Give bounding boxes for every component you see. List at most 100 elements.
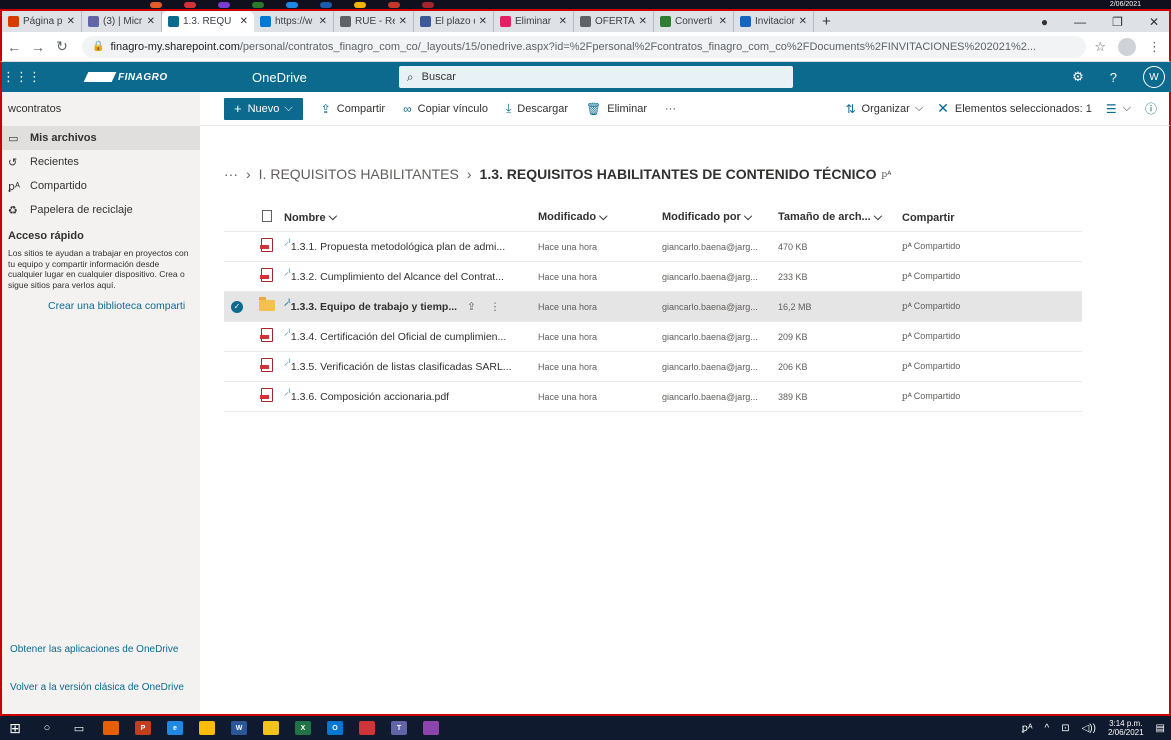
file-name-cell[interactable]: ⸝ˡ 1.3.2. Cumplimiento del Alcance del Co…: [284, 267, 538, 283]
file-sharing-cell[interactable]: ꝑᴬ Compartido: [902, 301, 1082, 312]
file-explorer-icon[interactable]: [256, 718, 286, 738]
file-name-cell[interactable]: ⸝ˡ 1.3.6. Composición accionaria.pdf: [284, 387, 538, 403]
browser-tab[interactable]: 1.3. REQU ✕: [162, 11, 254, 32]
file-name[interactable]: 1.3.6. Composición accionaria.pdf: [291, 391, 449, 403]
checkmark-icon[interactable]: ✓: [231, 300, 243, 313]
top-strip-app-icon[interactable]: [184, 1, 196, 8]
column-header-modified-by[interactable]: Modificado por ⌵: [662, 211, 778, 224]
browser-menu-icon[interactable]: ⋮: [1148, 39, 1161, 55]
top-strip-app-icon[interactable]: [218, 1, 230, 8]
file-name[interactable]: 1.3.1. Propuesta metodológica plan de ad…: [291, 241, 505, 253]
file-name-cell[interactable]: ⸝ˡ 1.3.1. Propuesta metodológica plan de …: [284, 237, 538, 253]
outlook-icon[interactable]: O: [320, 718, 350, 738]
column-header-modified[interactable]: Modificado ⌵: [538, 211, 662, 224]
row-select-cell[interactable]: ✓: [224, 300, 250, 313]
file-row[interactable]: ⸝ˡ 1.3.4. Certificación del Oficial de cu…: [224, 322, 1082, 352]
restore-icon[interactable]: ❐: [1112, 15, 1123, 29]
user-avatar[interactable]: W: [1143, 66, 1165, 88]
file-sharing-cell[interactable]: ꝑᴬ Compartido: [902, 331, 1082, 342]
close-tab-icon[interactable]: ✕: [67, 16, 75, 27]
create-shared-library-link[interactable]: Crear una biblioteca comparti: [2, 290, 200, 312]
share-button[interactable]: ⇪ Compartir: [321, 102, 385, 116]
file-name[interactable]: 1.3.5. Verificación de listas clasificad…: [291, 361, 512, 373]
get-apps-link[interactable]: Obtener las aplicaciones de OneDrive: [10, 644, 178, 656]
top-strip-app-icon[interactable]: [354, 1, 366, 8]
excel-icon[interactable]: X: [288, 718, 318, 738]
nav-item-trash[interactable]: ♻ Papelera de reciclaje: [2, 198, 200, 222]
word-icon[interactable]: W: [224, 718, 254, 738]
new-tab-button[interactable]: +: [814, 11, 839, 32]
browser-tab[interactable]: https://w ✕: [254, 11, 334, 32]
file-sharing-cell[interactable]: ꝑᴬ Compartido: [902, 241, 1082, 252]
column-header-size[interactable]: Tamaño de arch... ⌵: [778, 211, 902, 224]
back-icon[interactable]: ←: [2, 39, 26, 55]
row-more-actions-icon[interactable]: ⋮: [490, 301, 501, 313]
file-name-cell[interactable]: ⸝ˡ 1.3.5. Verificación de listas clasific…: [284, 357, 538, 373]
copy-link-button[interactable]: ∞ Copiar vínculo: [403, 102, 488, 116]
close-tab-icon[interactable]: ✕: [799, 16, 807, 27]
teams-icon[interactable]: T: [384, 718, 414, 738]
browser-tab[interactable]: Invitacion ✕: [734, 11, 814, 32]
top-strip-app-icon[interactable]: [252, 1, 264, 8]
search-box[interactable]: ⌕ Buscar: [398, 66, 793, 88]
close-tab-icon[interactable]: ✕: [399, 16, 407, 27]
close-tab-icon[interactable]: ✕: [719, 16, 727, 27]
app-icon[interactable]: [416, 718, 446, 738]
close-tab-icon[interactable]: ✕: [559, 16, 567, 27]
system-clock[interactable]: 3:14 p.m. 2/06/2021: [1108, 719, 1144, 737]
browser-tab[interactable]: RUE - Re ✕: [334, 11, 414, 32]
browser-tab[interactable]: (3) | Micr ✕: [82, 11, 162, 32]
windows-start-icon[interactable]: ⊞: [0, 718, 30, 738]
nav-item-clock[interactable]: ↺ Recientes: [2, 150, 200, 174]
browser-profile-avatar[interactable]: [1118, 37, 1136, 56]
finagro-logo[interactable]: FINAGRO: [83, 72, 186, 83]
profile-icon[interactable]: ●: [1041, 15, 1048, 29]
view-options-button[interactable]: ☰ ⌵: [1106, 102, 1131, 116]
close-tab-icon[interactable]: ✕: [479, 16, 487, 27]
app-name[interactable]: OneDrive: [252, 70, 307, 85]
nav-item-folder[interactable]: ▭ Mis archivos: [2, 126, 200, 150]
file-sharing-cell[interactable]: ꝑᴬ Compartido: [902, 271, 1082, 282]
network-icon[interactable]: ⊡: [1061, 723, 1069, 734]
file-name-cell[interactable]: ⸝ˡ 1.3.3. Equipo de trabajo y tiemp... ⇪ ⋮: [284, 297, 538, 313]
download-button[interactable]: ⤓ Descargar: [506, 101, 568, 116]
nav-item-people[interactable]: ꝑᴬ Compartido: [2, 174, 200, 198]
top-strip-app-icon[interactable]: [388, 1, 400, 8]
chrome-icon[interactable]: [192, 718, 222, 738]
file-row[interactable]: ⸝ˡ 1.3.6. Composición accionaria.pdf Hace …: [224, 382, 1082, 412]
forward-icon[interactable]: →: [26, 39, 50, 55]
people-icon[interactable]: ꝑᴬ: [1022, 723, 1033, 734]
sort-button[interactable]: ⇅ Organizar ⌵: [845, 102, 923, 116]
file-name[interactable]: 1.3.4. Certificación del Oficial de cump…: [291, 331, 506, 343]
task-view-icon[interactable]: ▭: [64, 718, 94, 738]
powerpoint-icon[interactable]: P: [128, 718, 158, 738]
top-strip-app-icon[interactable]: [422, 1, 434, 8]
top-strip-app-icon[interactable]: [150, 1, 162, 8]
acrobat-icon[interactable]: [352, 718, 382, 738]
file-sharing-cell[interactable]: ꝑᴬ Compartido: [902, 361, 1082, 372]
file-name[interactable]: 1.3.2. Cumplimiento del Alcance del Cont…: [291, 271, 504, 283]
file-name[interactable]: 1.3.3. Equipo de trabajo y tiemp...: [291, 301, 457, 313]
volume-icon[interactable]: ◁)): [1082, 723, 1096, 734]
minimize-icon[interactable]: —: [1074, 15, 1086, 29]
close-tab-icon[interactable]: ✕: [639, 16, 647, 27]
settings-gear-icon[interactable]: ⚙: [1072, 69, 1084, 85]
file-row[interactable]: ✓ ⸝ˡ 1.3.3. Equipo de trabajo y tiemp... ⇪ ⋮…: [224, 292, 1082, 322]
star-icon[interactable]: ☆: [1094, 39, 1106, 55]
edge-icon[interactable]: e: [160, 718, 190, 738]
search-icon[interactable]: ○: [32, 718, 62, 738]
close-tab-icon[interactable]: ✕: [319, 16, 327, 27]
tray-chevron-icon[interactable]: ^: [1045, 723, 1050, 734]
breadcrumb-parent[interactable]: I. REQUISITOS HABILITANTES: [259, 166, 459, 182]
url-input[interactable]: 🔒 finagro-my.sharepoint.com /personal/co…: [82, 35, 1087, 58]
column-header-name[interactable]: Nombre ⌵: [284, 211, 538, 224]
browser-tab[interactable]: OFERTA- ✕: [574, 11, 654, 32]
close-tab-icon[interactable]: ✕: [147, 16, 155, 27]
close-window-icon[interactable]: ✕: [1149, 15, 1159, 29]
clear-selection-button[interactable]: ✕ Elementos seleccionados: 1: [937, 100, 1092, 117]
help-icon[interactable]: ?: [1110, 70, 1117, 85]
top-strip-app-icon[interactable]: [320, 1, 332, 8]
browser-tab[interactable]: Converti ✕: [654, 11, 734, 32]
notifications-icon[interactable]: ▤: [1156, 723, 1165, 734]
app-launcher-icon[interactable]: ⋮⋮⋮: [2, 69, 41, 85]
